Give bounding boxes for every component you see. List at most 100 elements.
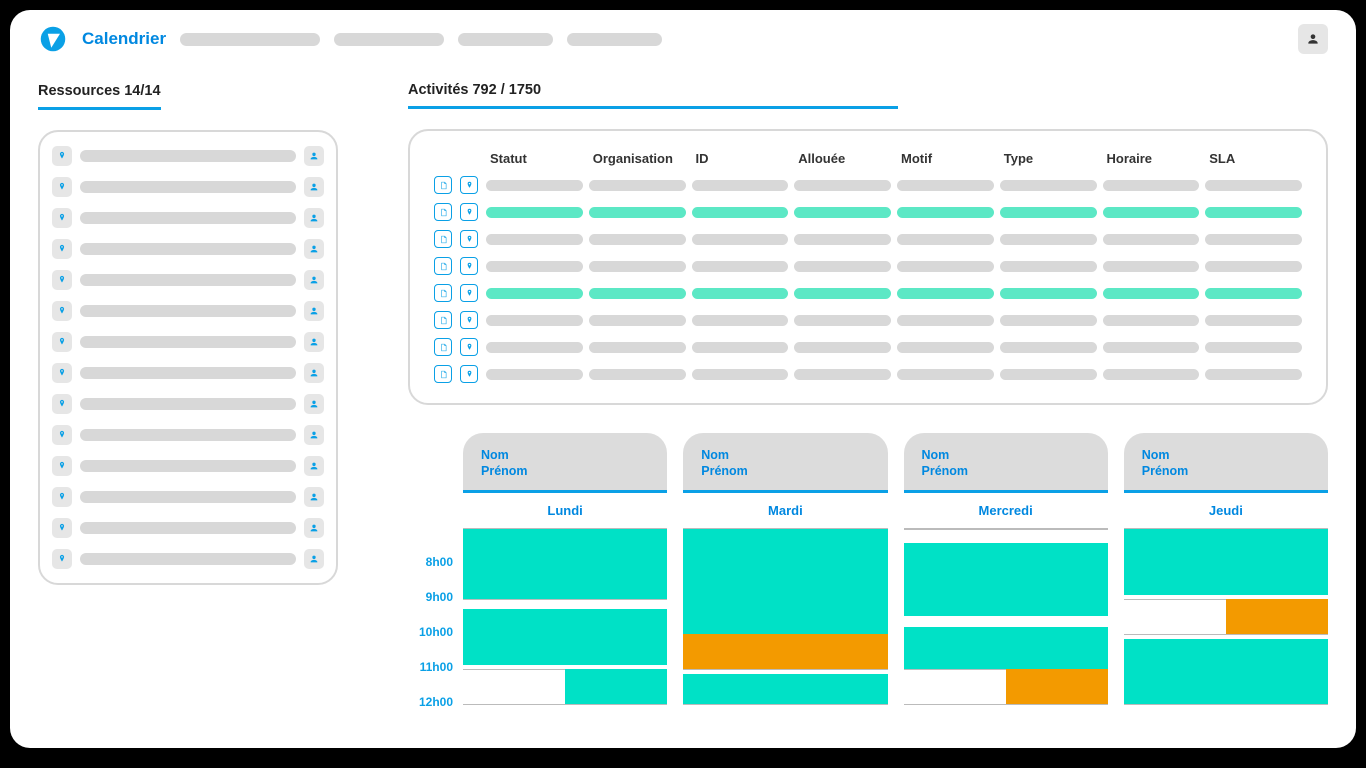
location-pin-icon bbox=[52, 301, 72, 321]
resource-placeholder bbox=[80, 460, 296, 472]
cell-placeholder bbox=[1205, 180, 1302, 191]
location-pin-icon bbox=[52, 394, 72, 414]
cell-placeholder bbox=[692, 234, 789, 245]
resource-row[interactable] bbox=[52, 270, 324, 290]
document-icon[interactable] bbox=[434, 338, 452, 356]
location-pin-icon[interactable] bbox=[460, 203, 478, 221]
resource-row[interactable] bbox=[52, 332, 324, 352]
resource-placeholder bbox=[80, 212, 296, 224]
resource-row[interactable] bbox=[52, 363, 324, 383]
location-pin-icon bbox=[52, 456, 72, 476]
resource-row[interactable] bbox=[52, 518, 324, 538]
person-icon bbox=[304, 270, 324, 290]
activity-row[interactable] bbox=[434, 203, 1302, 221]
nav-item-placeholder[interactable] bbox=[567, 33, 662, 46]
cell-placeholder bbox=[486, 207, 583, 218]
resource-row[interactable] bbox=[52, 487, 324, 507]
calendar-event[interactable] bbox=[1226, 599, 1328, 634]
location-pin-icon[interactable] bbox=[460, 176, 478, 194]
day-name: Lundi bbox=[463, 493, 667, 529]
cell-placeholder bbox=[589, 261, 686, 272]
column-header[interactable]: Type bbox=[1000, 151, 1097, 166]
resource-row[interactable] bbox=[52, 549, 324, 569]
cell-placeholder bbox=[1103, 342, 1200, 353]
calendar-event[interactable] bbox=[904, 627, 1108, 669]
nav-item-placeholder[interactable] bbox=[180, 33, 320, 46]
calendar-event[interactable] bbox=[565, 669, 667, 704]
resource-row[interactable] bbox=[52, 146, 324, 166]
activity-row[interactable] bbox=[434, 284, 1302, 302]
activity-row[interactable] bbox=[434, 257, 1302, 275]
calendar-event[interactable] bbox=[904, 543, 1108, 617]
cell-placeholder bbox=[1205, 342, 1302, 353]
resource-row[interactable] bbox=[52, 456, 324, 476]
activity-row[interactable] bbox=[434, 338, 1302, 356]
column-header[interactable]: Motif bbox=[897, 151, 994, 166]
document-icon[interactable] bbox=[434, 365, 452, 383]
day-column: NomPrénomMardi bbox=[683, 433, 887, 744]
resource-row[interactable] bbox=[52, 394, 324, 414]
person-icon bbox=[304, 456, 324, 476]
time-label: 9h00 bbox=[408, 580, 453, 615]
location-pin-icon[interactable] bbox=[460, 257, 478, 275]
location-pin-icon[interactable] bbox=[460, 230, 478, 248]
calendar-event[interactable] bbox=[463, 529, 667, 599]
calendar-event[interactable] bbox=[1006, 669, 1108, 704]
document-icon[interactable] bbox=[434, 284, 452, 302]
document-icon[interactable] bbox=[434, 257, 452, 275]
column-header[interactable]: Horaire bbox=[1103, 151, 1200, 166]
nav-item-placeholder[interactable] bbox=[334, 33, 444, 46]
cell-placeholder bbox=[794, 288, 891, 299]
resource-row[interactable] bbox=[52, 425, 324, 445]
cell-placeholder bbox=[486, 234, 583, 245]
document-icon[interactable] bbox=[434, 203, 452, 221]
location-pin-icon bbox=[52, 208, 72, 228]
person-icon bbox=[304, 208, 324, 228]
person-icon bbox=[304, 363, 324, 383]
location-pin-icon[interactable] bbox=[460, 365, 478, 383]
current-user-button[interactable] bbox=[1298, 24, 1328, 54]
column-header[interactable]: SLA bbox=[1205, 151, 1302, 166]
day-grid bbox=[1124, 529, 1328, 745]
cell-placeholder bbox=[589, 315, 686, 326]
person-icon bbox=[304, 177, 324, 197]
column-header[interactable]: Statut bbox=[486, 151, 583, 166]
day-grid bbox=[904, 529, 1108, 745]
resource-row[interactable] bbox=[52, 301, 324, 321]
column-header[interactable]: ID bbox=[692, 151, 789, 166]
day-name: Jeudi bbox=[1124, 493, 1328, 529]
cell-placeholder bbox=[897, 342, 994, 353]
activities-tab[interactable]: Activités 792 / 1750 bbox=[408, 82, 898, 109]
calendar-event[interactable] bbox=[683, 529, 887, 634]
document-icon[interactable] bbox=[434, 230, 452, 248]
activity-row[interactable] bbox=[434, 230, 1302, 248]
activity-row[interactable] bbox=[434, 365, 1302, 383]
activities-header: Statut Organisation ID Allouée Motif Type Hora… bbox=[434, 151, 1302, 166]
cell-placeholder bbox=[794, 207, 891, 218]
column-header[interactable]: Organisation bbox=[589, 151, 686, 166]
calendar-event[interactable] bbox=[683, 634, 887, 669]
cell-placeholder bbox=[1103, 315, 1200, 326]
activity-row[interactable] bbox=[434, 311, 1302, 329]
location-pin-icon[interactable] bbox=[460, 311, 478, 329]
resource-row[interactable] bbox=[52, 239, 324, 259]
person-icon bbox=[304, 394, 324, 414]
day-grid bbox=[463, 529, 667, 745]
nav-item-placeholder[interactable] bbox=[458, 33, 553, 46]
cell-placeholder bbox=[1205, 207, 1302, 218]
calendar-event[interactable] bbox=[463, 609, 667, 665]
column-header[interactable]: Allouée bbox=[794, 151, 891, 166]
location-pin-icon[interactable] bbox=[460, 284, 478, 302]
calendar-event[interactable] bbox=[1124, 529, 1328, 596]
resources-tab[interactable]: Ressources 14/14 bbox=[38, 83, 161, 110]
document-icon[interactable] bbox=[434, 176, 452, 194]
calendar-event[interactable] bbox=[1124, 639, 1328, 704]
activity-row[interactable] bbox=[434, 176, 1302, 194]
cell-placeholder bbox=[897, 315, 994, 326]
resource-row[interactable] bbox=[52, 177, 324, 197]
location-pin-icon[interactable] bbox=[460, 338, 478, 356]
resource-row[interactable] bbox=[52, 208, 324, 228]
document-icon[interactable] bbox=[434, 311, 452, 329]
calendar-event[interactable] bbox=[683, 674, 887, 704]
person-icon bbox=[304, 549, 324, 569]
